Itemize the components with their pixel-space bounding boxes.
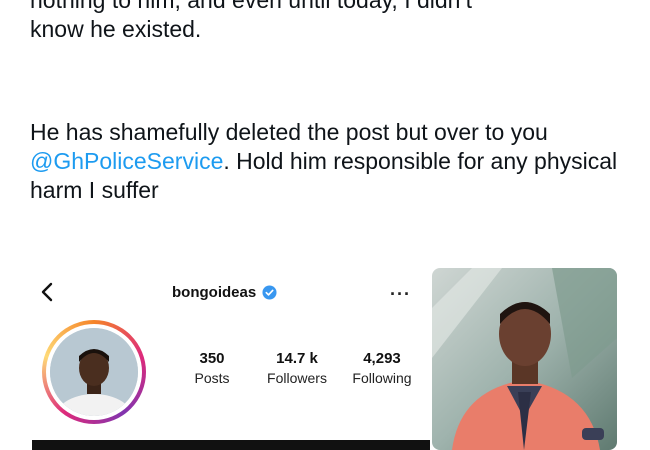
stat-value: 350 <box>199 350 225 367</box>
photo-image <box>432 268 617 450</box>
stat-followers[interactable]: 14.7 k Followers <box>262 350 332 386</box>
mention-link[interactable]: @GhPoliceService <box>30 148 223 174</box>
stat-label: Following <box>352 370 412 386</box>
tweet-paragraph-2: He has shamefully deleted the post but o… <box>30 118 630 205</box>
instagram-profile-screenshot: bongoideas ··· 350 Posts 14.7 k Follower… <box>22 262 430 450</box>
stat-label: Followers <box>267 370 327 386</box>
stat-value: 4,293 <box>363 350 401 367</box>
avatar-image <box>50 328 138 416</box>
profile-header: bongoideas <box>172 284 277 301</box>
profile-action-bar <box>32 440 430 450</box>
tweet-line: nothing to him, and even until today, I … <box>30 0 472 13</box>
stat-label: Posts <box>194 370 230 386</box>
chevron-left-icon[interactable] <box>36 280 60 304</box>
profile-username: bongoideas <box>172 284 257 301</box>
stat-posts[interactable]: 350 Posts <box>190 350 234 386</box>
tweet-line: know he existed. <box>30 16 202 42</box>
stat-value: 14.7 k <box>276 350 318 367</box>
person-photo <box>432 268 617 450</box>
stat-following[interactable]: 4,293 Following <box>348 350 416 386</box>
avatar-story-ring[interactable] <box>42 320 146 424</box>
tweet-paragraph-1: nothing to him, and even until today, I … <box>30 0 630 44</box>
more-horizontal-icon[interactable]: ··· <box>390 284 411 305</box>
verified-badge-icon <box>262 285 277 300</box>
tweet-text-segment: He has shamefully deleted the post but o… <box>30 119 548 145</box>
avatar-border <box>46 324 142 420</box>
avatar <box>50 328 138 416</box>
